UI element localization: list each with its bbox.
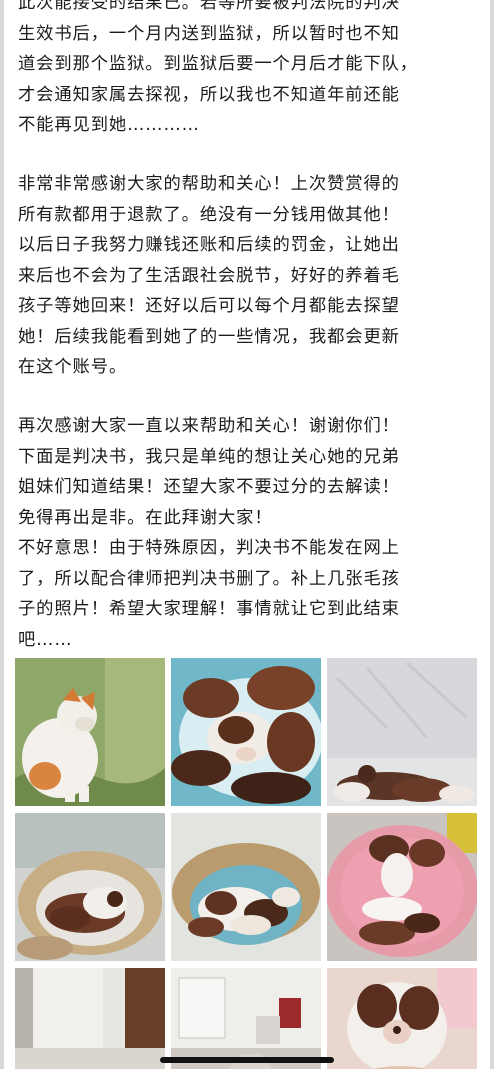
puppies-in-bed-closeup-photo[interactable] bbox=[171, 813, 321, 961]
post-paragraph-thanks: 非常非常感谢大家的帮助和关心！上次赞赏得的 所有款都用于退款了。绝没有一分钱用做… bbox=[18, 174, 400, 377]
puppy-held-in-hand-photo[interactable] bbox=[327, 968, 477, 1069]
room-with-puppies-photo[interactable] bbox=[171, 968, 321, 1069]
post-paragraph-closing: 再次感谢大家一直以来帮助和关心！谢谢你们！ 下面是判决书，我只是单纯的想让关心她… bbox=[18, 416, 400, 650]
screen-edge-right bbox=[490, 0, 494, 1069]
screen-edge-left bbox=[0, 0, 4, 1069]
puppies-in-bed-photo[interactable] bbox=[15, 813, 165, 961]
photo-grid bbox=[15, 658, 477, 1069]
post-article: 此次能接受的结果已。若等所要被判法院的判决 生效书后，一个月内送到监狱，所以暂时… bbox=[0, 0, 494, 1069]
puppies-on-pink-rug-photo[interactable] bbox=[327, 813, 477, 961]
puppies-in-hallway-photo[interactable] bbox=[15, 968, 165, 1069]
puppies-by-wall-photo[interactable] bbox=[327, 658, 477, 806]
puppies-on-blanket-photo[interactable] bbox=[171, 658, 321, 806]
post-paragraph-sentence-status: 此次能接受的结果已。若等所要被判法院的判决 生效书后，一个月内送到监狱，所以暂时… bbox=[18, 0, 418, 135]
home-indicator[interactable] bbox=[160, 1057, 334, 1063]
dog-on-grass-photo[interactable] bbox=[15, 658, 165, 806]
